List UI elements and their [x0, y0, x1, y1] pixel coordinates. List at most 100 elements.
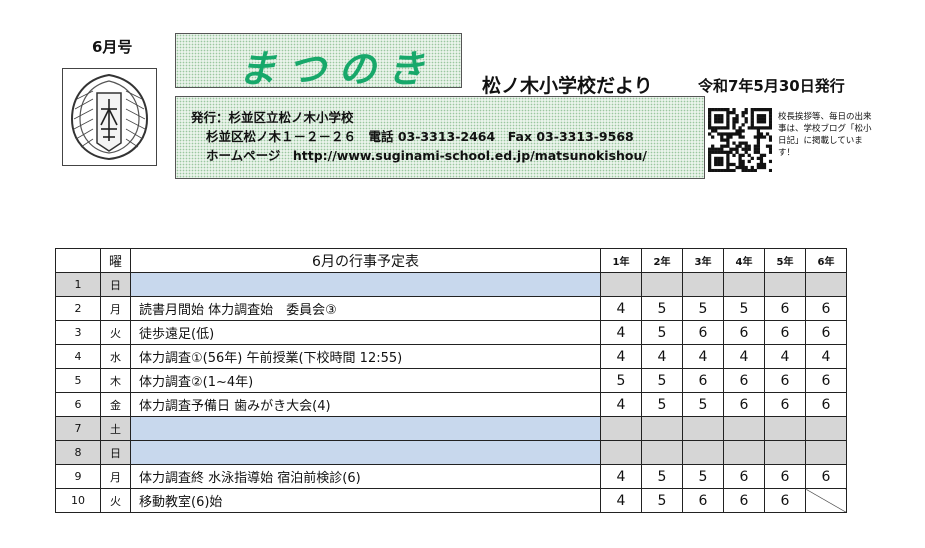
grade-header: 5年 — [764, 248, 806, 273]
table-row: 4 水体力調査①(56年) 午前授業(下校時間 12:55) 4 4 4 4 4 4 — [55, 344, 847, 369]
period-cell — [600, 272, 642, 297]
table-row: 9 月体力調査終 水泳指導始 宿泊前検診(6) 4 5 5 6 6 6 — [55, 464, 847, 489]
event-cell: 体力調査予備日 歯みがき大会(4) — [130, 392, 601, 417]
period-cell — [764, 272, 806, 297]
day-cell: 8 — [55, 440, 101, 465]
period-cell: 5 — [641, 464, 683, 489]
period-cell — [723, 440, 765, 465]
period-cell: 6 — [682, 368, 724, 393]
dow-cell: 月 — [100, 464, 131, 489]
day-cell: 7 — [55, 416, 101, 441]
period-cell: 4 — [600, 296, 642, 321]
publisher-line: 発行：杉並区立松ノ木小学校 — [191, 110, 354, 125]
period-cell: 4 — [600, 320, 642, 345]
event-cell: 徒歩遠足(低) — [130, 320, 601, 345]
period-cell: 6 — [805, 464, 847, 489]
dow-cell: 火 — [100, 488, 131, 513]
period-cell: 6 — [723, 392, 765, 417]
table-row: 6 金体力調査予備日 歯みがき大会(4) 4 5 5 6 6 6 — [55, 392, 847, 417]
period-cell — [723, 416, 765, 441]
day-cell: 2 — [55, 296, 101, 321]
table-row: 7土 — [55, 416, 847, 441]
period-cell: 5 — [641, 320, 683, 345]
table-row: 1日 — [55, 272, 847, 297]
event-cell: 移動教室(6)始 — [130, 488, 601, 513]
period-cell — [805, 488, 847, 513]
period-cell: 5 — [682, 464, 724, 489]
period-cell — [641, 272, 683, 297]
table-row: 10 火移動教室(6)始 4 5 6 6 6 — [55, 488, 847, 513]
day-cell: 10 — [55, 488, 101, 513]
period-cell: 5 — [682, 392, 724, 417]
day-cell: 5 — [55, 368, 101, 393]
grade-header: 2年 — [641, 248, 683, 273]
period-cell: 6 — [723, 320, 765, 345]
grade-header: 6年 — [805, 248, 847, 273]
period-cell: 5 — [641, 392, 683, 417]
period-cell: 5 — [723, 296, 765, 321]
period-cell: 5 — [682, 296, 724, 321]
day-cell: 9 — [55, 464, 101, 489]
period-cell: 4 — [600, 344, 642, 369]
publisher-info-box: 発行：杉並区立松ノ木小学校 杉並区松ノ木１－２－２６ 電話 03-3313-24… — [175, 96, 705, 179]
issue-date: 令和7年5月30日発行 — [698, 77, 845, 95]
period-cell: 4 — [805, 344, 847, 369]
schedule-table: 曜 6月の行事予定表 1年 2年 3年 4年 5年 6年 1 日 2 月読書月間始 体… — [55, 248, 847, 513]
dow-cell: 水 — [100, 344, 131, 369]
period-cell: 4 — [600, 488, 642, 513]
newsletter-title-box: まつのき — [175, 33, 462, 91]
period-cell: 6 — [682, 320, 724, 345]
period-cell: 6 — [723, 368, 765, 393]
period-cell: 5 — [641, 296, 683, 321]
period-cell: 6 — [805, 368, 847, 393]
event-cell — [130, 416, 601, 441]
grade-header: 4年 — [723, 248, 765, 273]
address-line: 杉並区松ノ木１－２－２６ 電話 03-3313-2464 Fax 03-3313… — [206, 129, 634, 144]
event-cell: 読書月間始 体力調査始 委員会③ — [130, 296, 601, 321]
event-cell — [130, 440, 601, 465]
dow-cell: 日 — [100, 440, 131, 465]
period-cell — [805, 416, 847, 441]
period-cell — [723, 272, 765, 297]
period-cell: 4 — [641, 344, 683, 369]
dow-cell: 木 — [100, 368, 131, 393]
period-cell: 6 — [764, 368, 806, 393]
table-row: 2 月読書月間始 体力調査始 委員会③ 4 5 5 5 6 6 — [55, 296, 847, 321]
period-cell: 4 — [600, 392, 642, 417]
period-cell: 6 — [805, 320, 847, 345]
period-cell — [682, 440, 724, 465]
period-cell — [641, 440, 683, 465]
period-cell: 6 — [764, 488, 806, 513]
period-cell — [764, 440, 806, 465]
dow-cell: 月 — [100, 296, 131, 321]
dow-cell: 金 — [100, 392, 131, 417]
day-cell: 6 — [55, 392, 101, 417]
day-cell: 1 — [55, 272, 101, 297]
table-row: 8日 — [55, 440, 847, 465]
period-cell: 6 — [805, 392, 847, 417]
period-cell: 6 — [764, 464, 806, 489]
table-row: 3 火徒歩遠足(低) 4 5 6 6 6 6 — [55, 320, 847, 345]
period-cell — [805, 272, 847, 297]
period-cell: 5 — [641, 488, 683, 513]
event-cell: 体力調査②(1~4年) — [130, 368, 601, 393]
period-cell: 4 — [723, 344, 765, 369]
school-newsletter-title: 松ノ木小学校だより — [482, 75, 653, 97]
grade-header: 3年 — [682, 248, 724, 273]
dow-cell: 火 — [100, 320, 131, 345]
period-cell: 6 — [682, 488, 724, 513]
qr-code-icon[interactable] — [708, 108, 773, 173]
period-cell — [641, 416, 683, 441]
period-cell: 6 — [764, 296, 806, 321]
period-cell: 4 — [764, 344, 806, 369]
period-cell: 6 — [723, 488, 765, 513]
event-cell: 体力調査①(56年) 午前授業(下校時間 12:55) — [130, 344, 601, 369]
period-cell: 6 — [805, 296, 847, 321]
period-cell — [600, 440, 642, 465]
period-cell — [764, 416, 806, 441]
day-cell: 4 — [55, 344, 101, 369]
period-cell — [682, 272, 724, 297]
period-cell — [682, 416, 724, 441]
period-cell: 6 — [764, 392, 806, 417]
grade-header: 1年 — [600, 248, 642, 273]
